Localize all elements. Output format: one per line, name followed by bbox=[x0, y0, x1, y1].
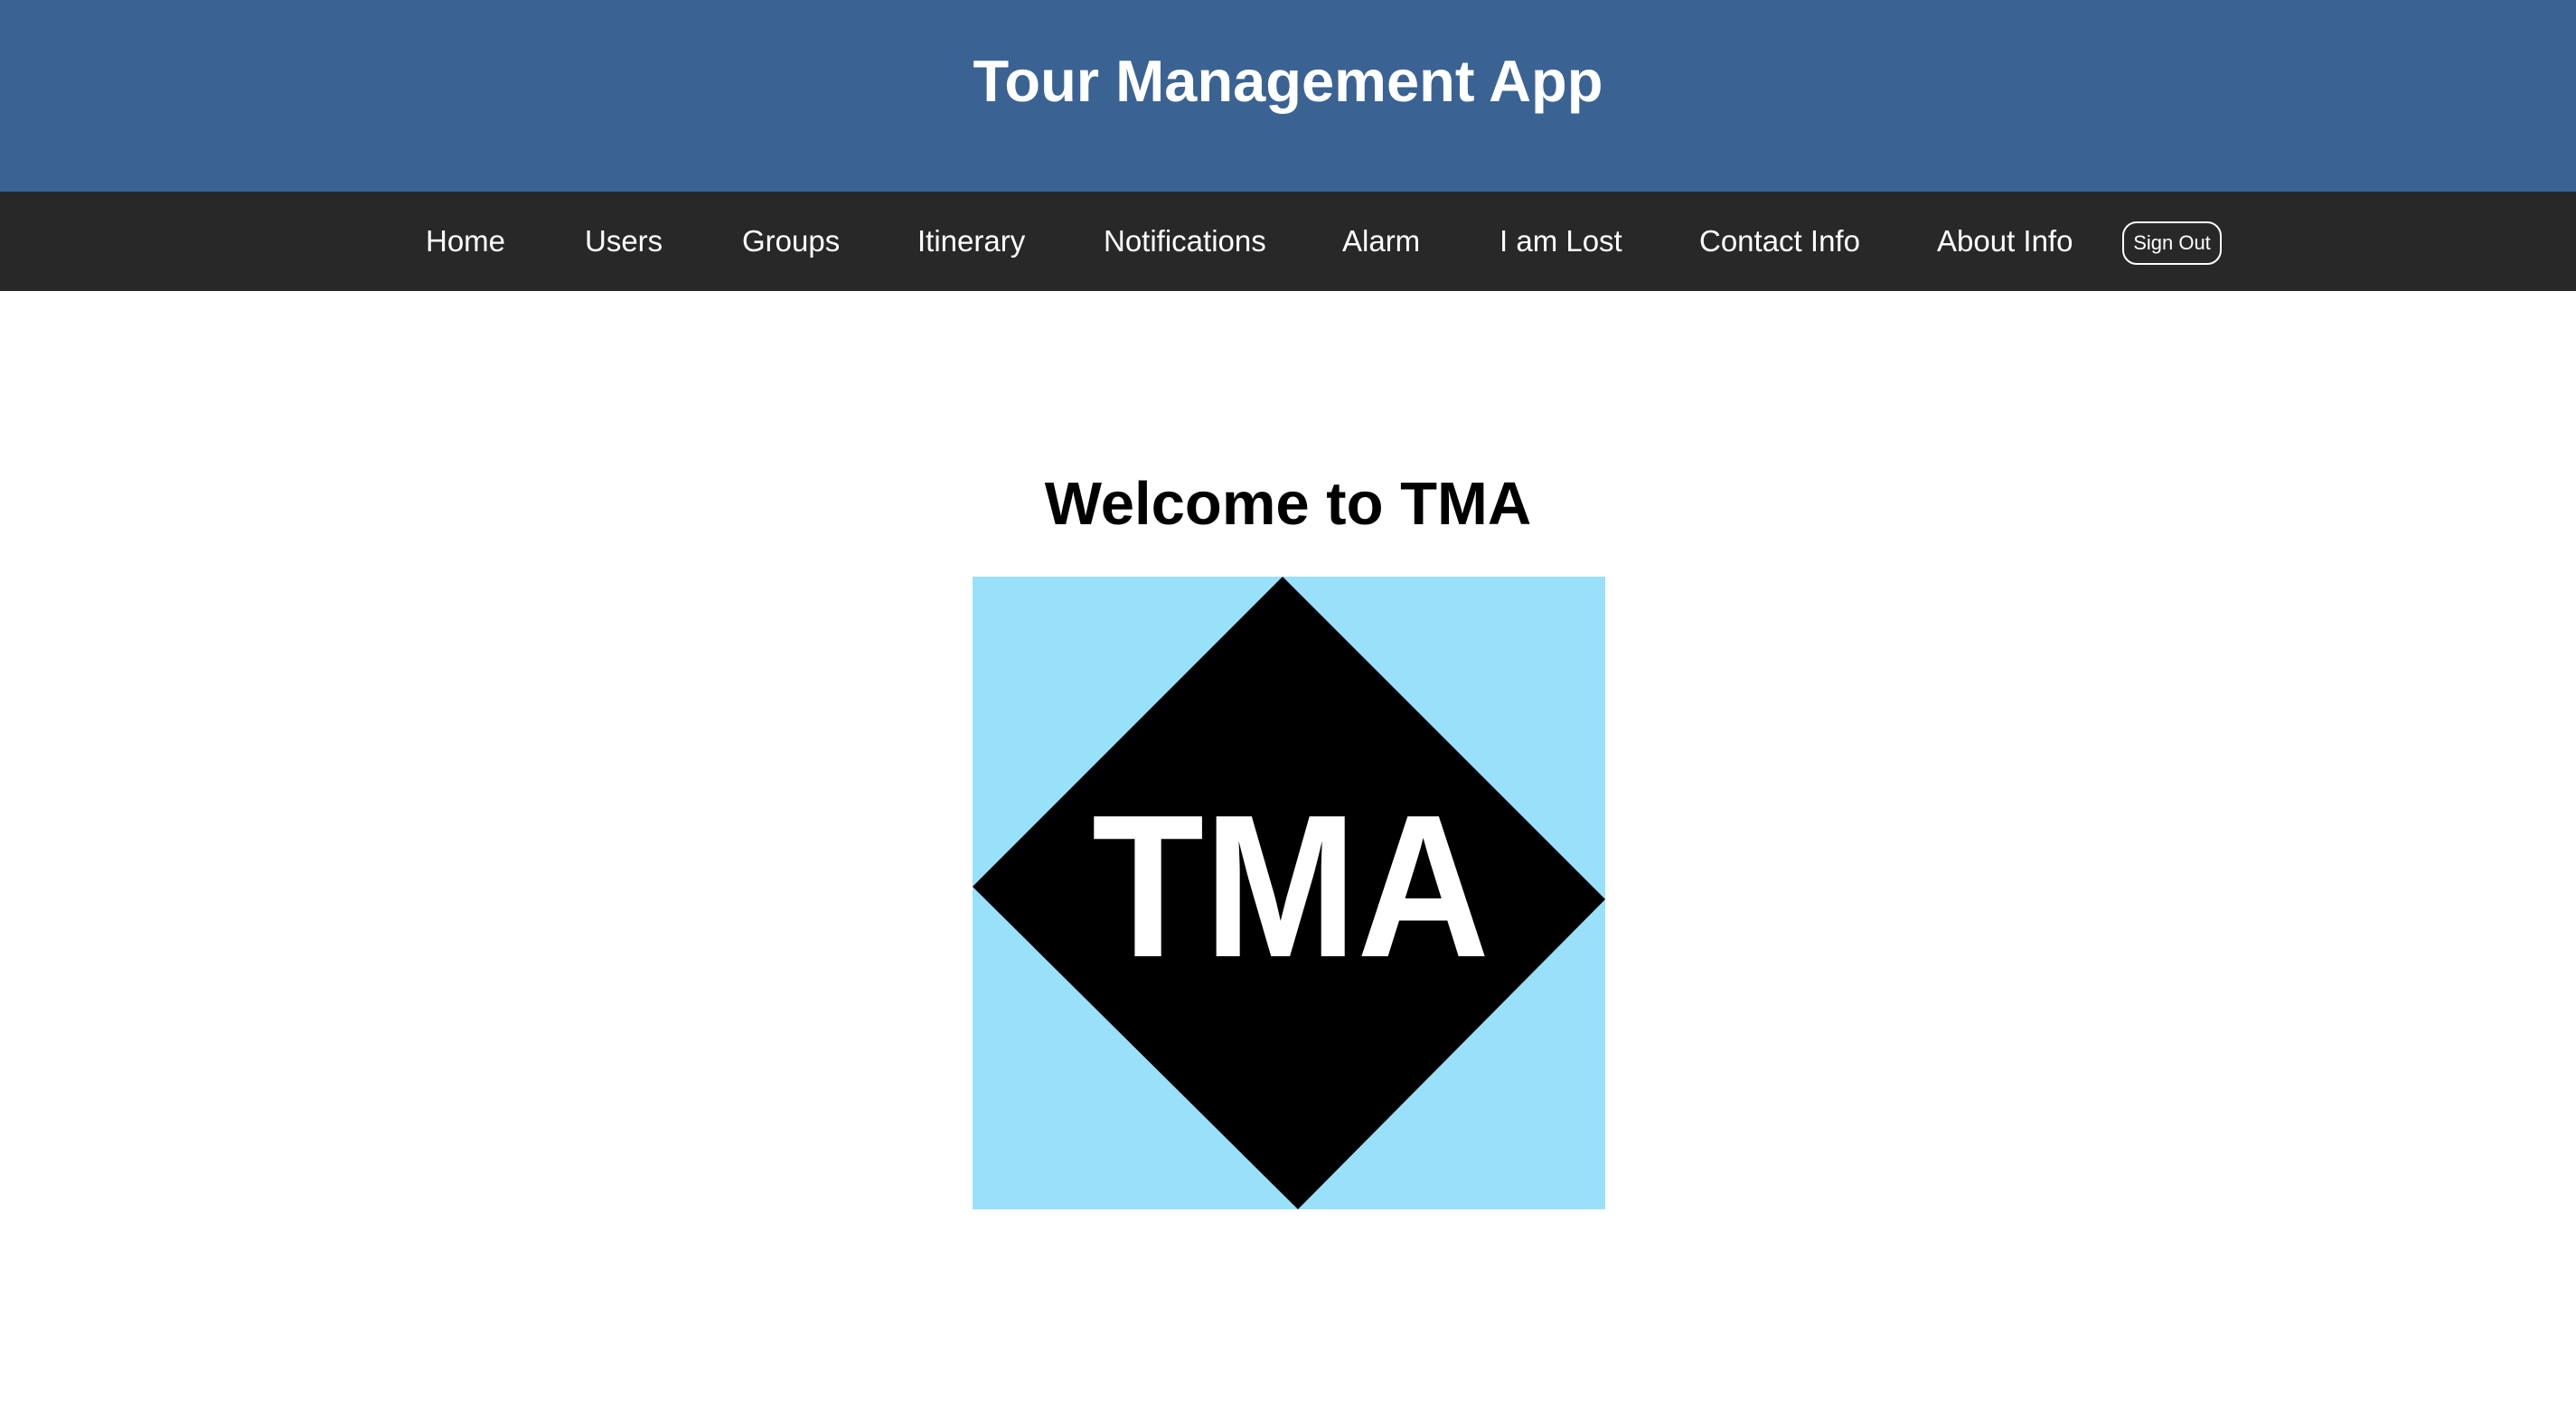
nav-item-users[interactable]: Users bbox=[585, 192, 663, 291]
nav-item-notifications[interactable]: Notifications bbox=[1104, 192, 1266, 291]
nav-item-itinerary[interactable]: Itinerary bbox=[917, 192, 1025, 291]
nav-item-home[interactable]: Home bbox=[426, 192, 505, 291]
nav-item-about-info[interactable]: About Info bbox=[1937, 192, 2073, 291]
app-header: Tour Management App bbox=[0, 0, 2576, 192]
tma-logo: TMA bbox=[973, 577, 1605, 1209]
sign-out-button[interactable]: Sign Out bbox=[2122, 221, 2222, 265]
logo-text: TMA bbox=[1092, 772, 1490, 1000]
tma-logo-graphic: TMA bbox=[973, 577, 1605, 1209]
nav-item-contact-info[interactable]: Contact Info bbox=[1699, 192, 1860, 291]
nav-item-alarm[interactable]: Alarm bbox=[1342, 192, 1420, 291]
nav-item-groups[interactable]: Groups bbox=[742, 192, 840, 291]
app-title: Tour Management App bbox=[973, 48, 1603, 114]
welcome-heading: Welcome to TMA bbox=[1044, 470, 1532, 538]
nav-item-i-am-lost[interactable]: I am Lost bbox=[1500, 192, 1622, 291]
main-nav: Home Users Groups Itinerary Notification… bbox=[0, 192, 2576, 291]
